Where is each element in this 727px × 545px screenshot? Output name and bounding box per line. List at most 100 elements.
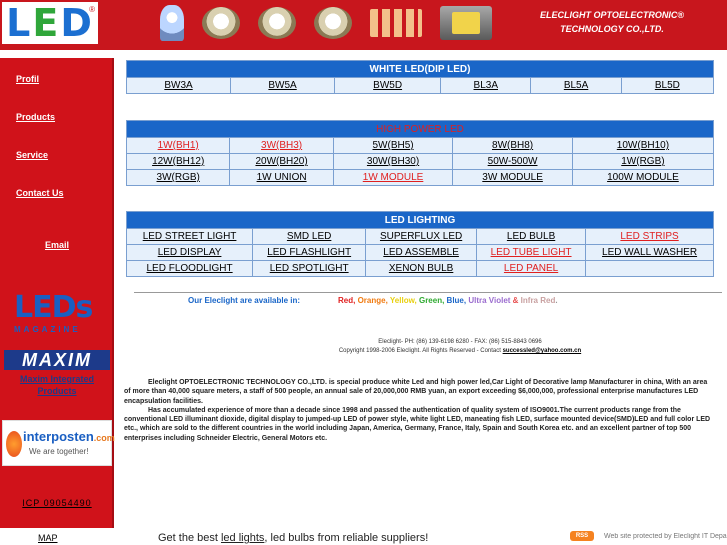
sidebar-link-products[interactable]: Products [16, 112, 55, 122]
leds-magazine-logo[interactable]: LEDs MAGAZINE [14, 293, 104, 337]
rss-icon[interactable]: RSS [570, 531, 594, 541]
contact-email-link[interactable]: successled@yahoo.com.cn [503, 348, 582, 354]
product-link[interactable]: 1W(BH1) [125, 137, 231, 154]
logo-letter-l: L [6, 1, 33, 45]
product-link[interactable]: LED PANEL [476, 260, 587, 277]
maxim-logo[interactable]: MAXIM [4, 350, 110, 370]
product-link[interactable]: BW5D [334, 77, 442, 94]
product-images [160, 0, 492, 46]
icp-number[interactable]: ICP 09054490 [0, 498, 114, 508]
product-link[interactable]: LED FLASHLIGHT [252, 244, 367, 261]
logo-text: LED [6, 1, 94, 45]
power-led-image-1 [202, 7, 240, 39]
led-lights-link[interactable]: led lights [221, 532, 264, 544]
interposten-banner[interactable]: interposten.com We are together! [2, 420, 115, 466]
product-link[interactable]: 8W(BH8) [452, 137, 573, 154]
product-link[interactable]: BL5A [530, 77, 622, 94]
product-link[interactable]: XENON BULB [365, 260, 478, 277]
leds-magazine-subtitle: MAGAZINE [14, 325, 81, 334]
interposten-suffix: .com [93, 433, 115, 443]
footer-text-before: Get the best [158, 532, 221, 544]
power-led-image-2 [258, 7, 296, 39]
availability-color: Ultra Violet [468, 296, 511, 305]
about-paragraph-2: Has accumulated experience of more than … [124, 406, 711, 442]
maxim-link-line-2: Products [37, 386, 77, 396]
product-link[interactable]: BL5D [620, 77, 715, 94]
led-lighting-table: LED LIGHTING LED STREET LIGHT SMD LED SU… [125, 211, 714, 277]
interposten-name: interposten [23, 429, 94, 444]
empty-cell [585, 260, 714, 277]
availability-color: Infra Red [520, 296, 556, 305]
availability-color: Yellow [389, 296, 415, 305]
protected-notice: Web site protected by Eleclight IT Depar… [604, 533, 727, 540]
dip-led-image [160, 5, 184, 41]
led-lighting-title: LED LIGHTING [126, 211, 714, 229]
map-link[interactable]: MAP [38, 533, 58, 543]
high-power-title: HIGH POWER LED [126, 120, 714, 138]
maxim-link-line-1: Maxim Integrated [19, 374, 95, 384]
maxim-link[interactable]: Maxim Integrated Products [4, 373, 110, 397]
header-band: LED ® ELECLIGHT OPTOELECTRONIC® TECHNOLO… [0, 0, 727, 50]
power-led-image-3 [314, 7, 352, 39]
product-link[interactable]: SUPERFLUX LED [365, 228, 478, 245]
sidebar-link-service[interactable]: Service [16, 150, 48, 160]
product-link[interactable]: 5W(BH5) [332, 137, 454, 154]
sidebar-link-email[interactable]: Email [45, 240, 69, 250]
white-led-title: WHITE LED(DIP LED) [126, 60, 714, 78]
product-link[interactable]: 10W(BH10) [571, 137, 715, 154]
interposten-logo: interposten.com [23, 429, 115, 444]
availability-color: & [510, 296, 521, 305]
product-link[interactable]: LED TUBE LIGHT [476, 244, 587, 261]
availability-color: Red [338, 296, 354, 305]
copyright: Copyright 1998-2006 Eleclight. All Right… [240, 348, 680, 354]
sidebar-link-contact-us[interactable]: Contact Us [16, 188, 64, 198]
availability-color: Green [418, 296, 443, 305]
copyright-text: Copyright 1998-2006 Eleclight. All Right… [338, 348, 501, 354]
product-link[interactable]: 3W(RGB) [125, 169, 231, 186]
led-logo[interactable]: LED ® [0, 0, 100, 46]
footer-text: Get the best led lights, led bulbs from … [158, 532, 428, 544]
sidebar-link-profil[interactable]: Profil [16, 74, 39, 84]
product-link[interactable]: 12W(BH12) [125, 153, 231, 170]
availability-label: Our Eleclight are available in: [188, 296, 301, 305]
high-power-table: HIGH POWER LED 1W(BH1) 3W(BH3) 5W(BH5) 8… [125, 120, 715, 186]
led-module-image [440, 6, 492, 40]
interposten-icon [6, 431, 22, 457]
registered-mark: ® [89, 5, 95, 14]
leds-magazine-title: LEDs [14, 290, 93, 325]
page: LED ® ELECLIGHT OPTOELECTRONIC® TECHNOLO… [0, 0, 727, 545]
product-link[interactable]: LED STRIPS [585, 228, 714, 245]
about-section: Eleclight OPTOELECTRONIC TECHNOLOGY CO.,… [124, 378, 714, 443]
product-link[interactable]: 1W MODULE [332, 169, 454, 186]
product-link[interactable]: BW5A [230, 77, 336, 94]
interposten-tagline: We are together! [29, 447, 89, 456]
product-link[interactable]: 3W MODULE [452, 169, 573, 186]
product-link[interactable]: LED STREET LIGHT [125, 228, 254, 245]
company-line-1: ELECLIGHT OPTOELECTRONIC® [540, 10, 684, 20]
led-strip-image [370, 9, 422, 37]
product-link[interactable]: BW3A [125, 77, 232, 94]
sidebar: Profil Products Service Contact Us Email… [0, 58, 115, 528]
product-link[interactable]: 1W(RGB) [571, 153, 715, 170]
product-link[interactable]: 3W(BH3) [229, 137, 334, 154]
product-link[interactable]: LED SPOTLIGHT [252, 260, 367, 277]
product-link[interactable]: LED DISPLAY [125, 244, 254, 261]
product-link[interactable]: LED BULB [476, 228, 587, 245]
contact-phones: Eleclight- PH: (86) 139-6198 6280 - FAX:… [378, 339, 542, 345]
logo-letter-e: E [32, 1, 61, 45]
footer-text-after: , led bulbs from reliable suppliers! [264, 532, 429, 544]
availability-color: . [555, 296, 558, 305]
product-link[interactable]: 1W UNION [229, 169, 334, 186]
product-link[interactable]: BL3A [440, 77, 532, 94]
product-link[interactable]: SMD LED [252, 228, 367, 245]
product-link[interactable]: LED WALL WASHER [585, 244, 714, 261]
availability-color: Orange [357, 296, 386, 305]
product-link[interactable]: LED FLOODLIGHT [125, 260, 254, 277]
product-link[interactable]: LED ASSEMBLE [365, 244, 478, 261]
availability-colors: Red, Orange, Yellow, Green, Blue, Ultra … [338, 296, 558, 305]
product-link[interactable]: 100W MODULE [571, 169, 715, 186]
availability-color: Blue [446, 296, 464, 305]
product-link[interactable]: 30W(BH30) [332, 153, 454, 170]
product-link[interactable]: 50W-500W [452, 153, 573, 170]
product-link[interactable]: 20W(BH20) [229, 153, 334, 170]
